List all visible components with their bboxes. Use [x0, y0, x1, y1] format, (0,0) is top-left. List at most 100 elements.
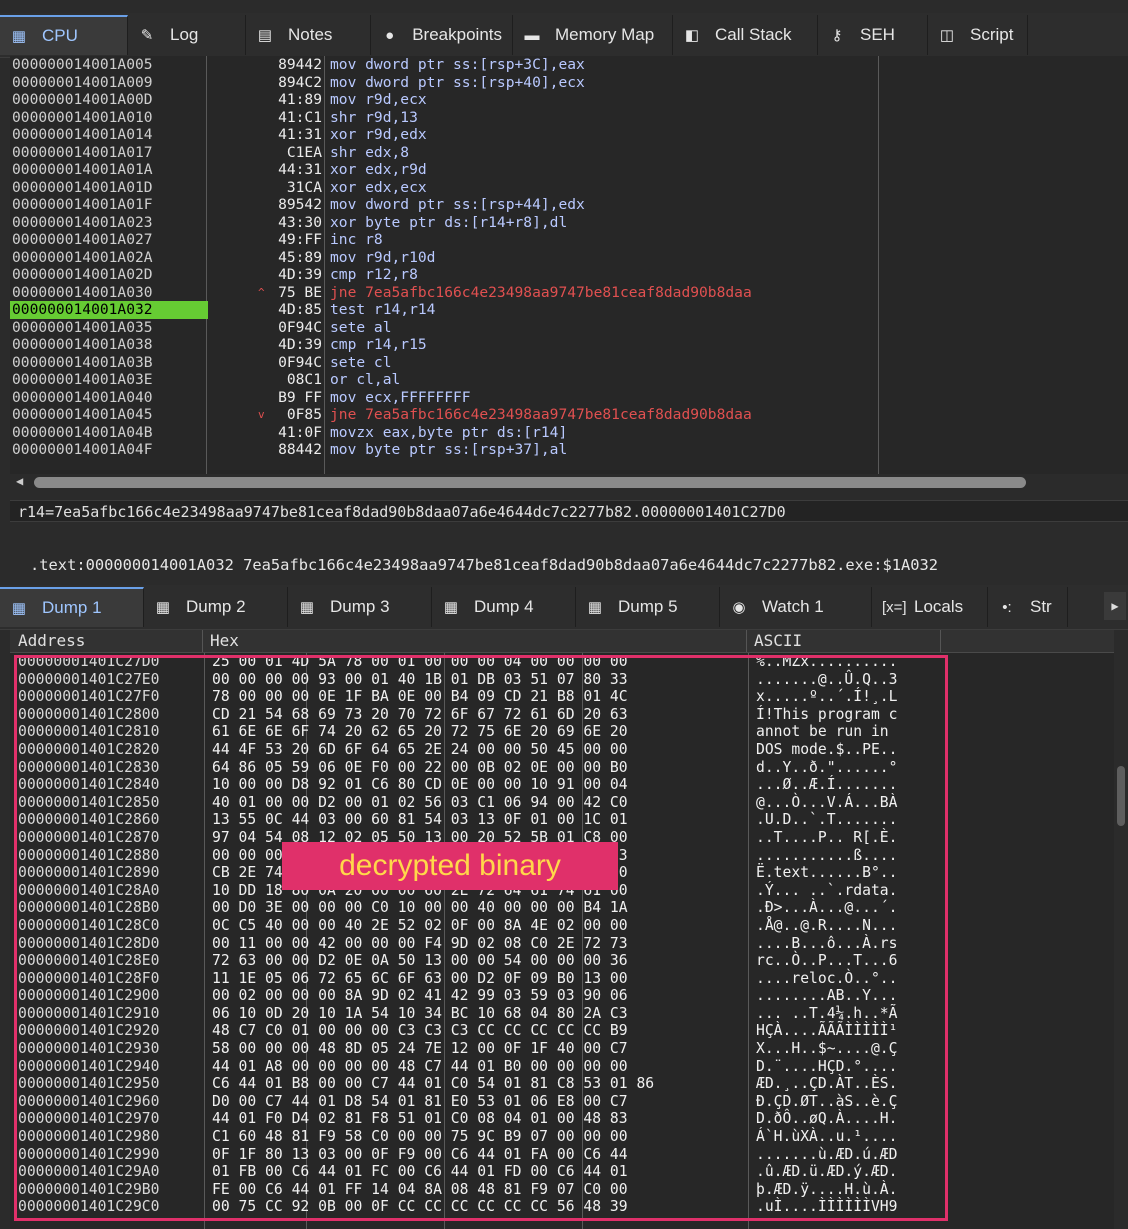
dump-row[interactable]: 00000001401C27E0 00 00 00 00 93 00 01 40 …: [10, 671, 1114, 689]
dump-row[interactable]: 00000001401C28F0 11 1E 05 06 72 65 6C 6F …: [10, 970, 1114, 988]
dump-ascii[interactable]: ........AB..Y...: [756, 987, 897, 1005]
dump-ascii[interactable]: Í!This program c: [756, 706, 897, 724]
dump-hex-bytes[interactable]: FE 00 C6 44 01 FF 14 04 8A 08 48 81 F9 0…: [212, 1181, 628, 1199]
disasm-row[interactable]: 000000014001A027 49:FF inc r8: [10, 231, 1128, 249]
tab-seh[interactable]: ⚷ SEH: [818, 15, 928, 55]
dump-row[interactable]: 00000001401C2980 C1 60 48 81 F9 58 C0 00 …: [10, 1128, 1114, 1146]
disasm-row[interactable]: 000000014001A005 89442 mov dword ptr ss:[r…: [10, 56, 1128, 74]
instruction-address[interactable]: 000000014001A02A: [10, 249, 208, 267]
dump-vertical-scrollbar[interactable]: [1114, 630, 1128, 1229]
disasm-row[interactable]: 000000014001A035 0F94C sete al: [10, 319, 1128, 337]
scroll-left-icon[interactable]: ◀: [16, 474, 23, 488]
dump-hex-bytes[interactable]: 00 02 00 00 00 8A 9D 02 41 42 99 03 59 0…: [212, 987, 628, 1005]
scrollbar-thumb[interactable]: [1117, 766, 1125, 826]
dump-hex-bytes[interactable]: CD 21 54 68 69 73 20 70 72 6F 67 72 61 6…: [212, 706, 628, 724]
disasm-row[interactable]: 000000014001A023 43:30 xor byte ptr ds:[r1…: [10, 214, 1128, 232]
dump-row[interactable]: 00000001401C2970 44 01 F0 D4 02 81 F8 51 …: [10, 1110, 1114, 1128]
tab-watch-1[interactable]: ◉ Watch 1: [720, 587, 872, 627]
dump-row[interactable]: 00000001401C2940 44 01 A8 00 00 00 00 48 …: [10, 1058, 1114, 1076]
instruction-address[interactable]: 000000014001A01D: [10, 179, 208, 197]
disasm-row[interactable]: 000000014001A040 B9 FF mov ecx,FFFFFFFF: [10, 389, 1128, 407]
tab-dump-5[interactable]: ▦ Dump 5: [576, 587, 720, 627]
disasm-row[interactable]: 000000014001A03B 0F94C sete cl: [10, 354, 1128, 372]
dump-hex-bytes[interactable]: 0C C5 40 00 00 40 2E 52 02 0F 00 8A 4E 0…: [212, 917, 628, 935]
dump-hex-bytes[interactable]: C1 60 48 81 F9 58 C0 00 00 75 9C B9 07 0…: [212, 1128, 628, 1146]
dump-ascii[interactable]: ...........ß....: [756, 847, 897, 865]
current-instruction-address[interactable]: 000000014001A032: [10, 301, 208, 319]
disasm-row[interactable]: 000000014001A04B 41:0F movzx eax,byte ptr …: [10, 424, 1128, 442]
tab-call-stack[interactable]: ◧ Call Stack: [673, 15, 818, 55]
dump-row[interactable]: 00000001401C2830 64 86 05 59 06 0E F0 00 …: [10, 759, 1114, 777]
dump-hex-bytes[interactable]: 78 00 00 00 0E 1F BA 0E 00 B4 09 CD 21 B…: [212, 688, 628, 706]
disasm-row[interactable]: 000000014001A038 4D:39 cmp r14,r15: [10, 336, 1128, 354]
dump-ascii[interactable]: .uÌ....ÌÌÌÌÌÌVH9: [756, 1198, 897, 1216]
dump-hex-bytes[interactable]: 06 10 0D 20 10 1A 54 10 34 BC 10 68 04 8…: [212, 1005, 628, 1023]
dump-ascii[interactable]: D.ðÔ..øQ.À....H.: [756, 1110, 897, 1128]
tab-locals[interactable]: [x=] Locals: [872, 587, 988, 627]
dump-ascii[interactable]: ....B...ô...À.rs: [756, 935, 897, 953]
dump-ascii[interactable]: Ë.text......B°..: [756, 864, 897, 882]
disasm-row[interactable]: 000000014001A014 41:31 xor r9d,edx: [10, 126, 1128, 144]
dump-ascii[interactable]: þ.ÆD.ÿ....H.ù.À.: [756, 1181, 897, 1199]
dump-row[interactable]: 00000001401C29A0 01 FB 00 C6 44 01 FC 00 …: [10, 1163, 1114, 1181]
dump-row[interactable]: 00000001401C28E0 72 63 00 00 D2 0E 0A 50 …: [10, 952, 1114, 970]
dump-row[interactable]: 00000001401C2850 40 01 00 00 D2 00 01 02 …: [10, 794, 1114, 812]
dump-hex-bytes[interactable]: 44 01 F0 D4 02 81 F8 51 01 C0 08 04 01 0…: [212, 1110, 628, 1128]
dump-row[interactable]: 00000001401C2960 D0 00 C7 44 01 D8 54 01 …: [10, 1093, 1114, 1111]
disasm-row[interactable]: 000000014001A032 4D:85 test r14,r14: [10, 301, 1128, 319]
disasm-row[interactable]: 000000014001A010 41:C1 shr r9d,13: [10, 109, 1128, 127]
hex-dump-view[interactable]: 00000001401C27D0 25 00 01 4D 5A 78 00 01 …: [10, 653, 1114, 1229]
dump-hex-bytes[interactable]: 00 00 00 00 93 00 01 40 1B 01 DB 03 51 0…: [212, 671, 628, 689]
dump-row[interactable]: 00000001401C2820 44 4F 53 20 6D 6F 64 65 …: [10, 741, 1114, 759]
dump-row[interactable]: 00000001401C28B0 00 D0 3E 00 00 00 C0 10 …: [10, 899, 1114, 917]
dump-row[interactable]: 00000001401C29C0 00 75 CC 92 0B 00 0F CC …: [10, 1198, 1114, 1216]
dump-ascii[interactable]: .U.D..`.T.......: [756, 811, 897, 829]
dump-hex-bytes[interactable]: 64 86 05 59 06 0E F0 00 22 00 0B 02 0E 0…: [212, 759, 628, 777]
dump-row[interactable]: 00000001401C2840 10 00 00 D8 92 01 C6 80 …: [10, 776, 1114, 794]
dump-ascii[interactable]: DOS mode.$..PE..: [756, 741, 897, 759]
disasm-row[interactable]: 000000014001A03E 08C1 or cl,al: [10, 371, 1128, 389]
disasm-row[interactable]: 000000014001A02A 45:89 mov r9d,r10d: [10, 249, 1128, 267]
dump-row[interactable]: 00000001401C28C0 0C C5 40 00 00 40 2E 52 …: [10, 917, 1114, 935]
instruction-address[interactable]: 000000014001A030: [10, 284, 208, 302]
tab-cpu[interactable]: ▦ CPU: [0, 15, 128, 55]
dump-ascii[interactable]: rc..Ò..P...T...6: [756, 952, 897, 970]
tab-script[interactable]: ◫ Script: [928, 15, 1028, 55]
dump-hex-bytes[interactable]: 48 C7 C0 01 00 00 00 C3 C3 C3 CC CC CC C…: [212, 1022, 628, 1040]
dump-hex-bytes[interactable]: 44 4F 53 20 6D 6F 64 65 2E 24 00 00 50 4…: [212, 741, 628, 759]
tab-scroll-right-icon[interactable]: ▶: [1104, 592, 1126, 620]
dump-ascii[interactable]: .Ý... ..`.rdata.: [756, 882, 897, 900]
instruction-address[interactable]: 000000014001A014: [10, 126, 208, 144]
dump-ascii[interactable]: ...Ø..Æ.Í.......: [756, 776, 897, 794]
dump-ascii[interactable]: ....reloc.Ò..°..: [756, 970, 897, 988]
dump-ascii[interactable]: %..MZx..........: [756, 653, 897, 671]
disassembly-view[interactable]: 000000014001A005 89442 mov dword ptr ss:[r…: [10, 56, 1128, 474]
dump-row[interactable]: 00000001401C2800 CD 21 54 68 69 73 20 70 …: [10, 706, 1114, 724]
instruction-address[interactable]: 000000014001A027: [10, 231, 208, 249]
disasm-row[interactable]: 000000014001A030 ^ 75 BE jne 7ea5afbc166c4e…: [10, 284, 1128, 302]
disasm-row[interactable]: 000000014001A009 894C2 mov dword ptr ss:[r…: [10, 74, 1128, 92]
dump-ascii[interactable]: .......ù.ÆD.ú.ÆD: [756, 1146, 897, 1164]
dump-ascii[interactable]: Á`H.ùXÀ..u.¹....: [756, 1128, 897, 1146]
dump-hex-bytes[interactable]: 00 75 CC 92 0B 00 0F CC CC CC CC CC CC 5…: [212, 1198, 628, 1216]
dump-hex-bytes[interactable]: 44 01 A8 00 00 00 00 48 C7 44 01 B0 00 0…: [212, 1058, 628, 1076]
instruction-address[interactable]: 000000014001A01F: [10, 196, 208, 214]
instruction-address[interactable]: 000000014001A040: [10, 389, 208, 407]
dump-hex-bytes[interactable]: 0F 1F 80 13 03 00 0F F9 00 C6 44 01 FA 0…: [212, 1146, 628, 1164]
dump-ascii[interactable]: d..Y..ð."......°: [756, 759, 897, 777]
disasm-row[interactable]: 000000014001A04F 88442 mov byte ptr ss:[rs…: [10, 441, 1128, 459]
dump-row[interactable]: 00000001401C2920 48 C7 C0 01 00 00 00 C3 …: [10, 1022, 1114, 1040]
disasm-row[interactable]: 000000014001A01A 44:31 xor edx,r9d: [10, 161, 1128, 179]
dump-row[interactable]: 00000001401C2860 13 55 0C 44 03 00 60 81 …: [10, 811, 1114, 829]
dump-row[interactable]: 00000001401C27F0 78 00 00 00 0E 1F BA 0E …: [10, 688, 1114, 706]
dump-ascii[interactable]: annot be run in: [756, 723, 897, 741]
dump-ascii[interactable]: D.¨....HÇD.°....: [756, 1058, 897, 1076]
instruction-address[interactable]: 000000014001A009: [10, 74, 208, 92]
instruction-address[interactable]: 000000014001A023: [10, 214, 208, 232]
tab-memory-map[interactable]: ▬ Memory Map: [513, 15, 673, 55]
disasm-row[interactable]: 000000014001A01D 31CA xor edx,ecx: [10, 179, 1128, 197]
tab-dump-1[interactable]: ▦ Dump 1: [0, 587, 144, 627]
dump-hex-bytes[interactable]: C6 44 01 B8 00 00 C7 44 01 C0 54 01 81 C…: [212, 1075, 654, 1093]
dump-row[interactable]: 00000001401C2910 06 10 0D 20 10 1A 54 10 …: [10, 1005, 1114, 1023]
dump-hex-bytes[interactable]: 40 01 00 00 D2 00 01 02 56 03 C1 06 94 0…: [212, 794, 628, 812]
